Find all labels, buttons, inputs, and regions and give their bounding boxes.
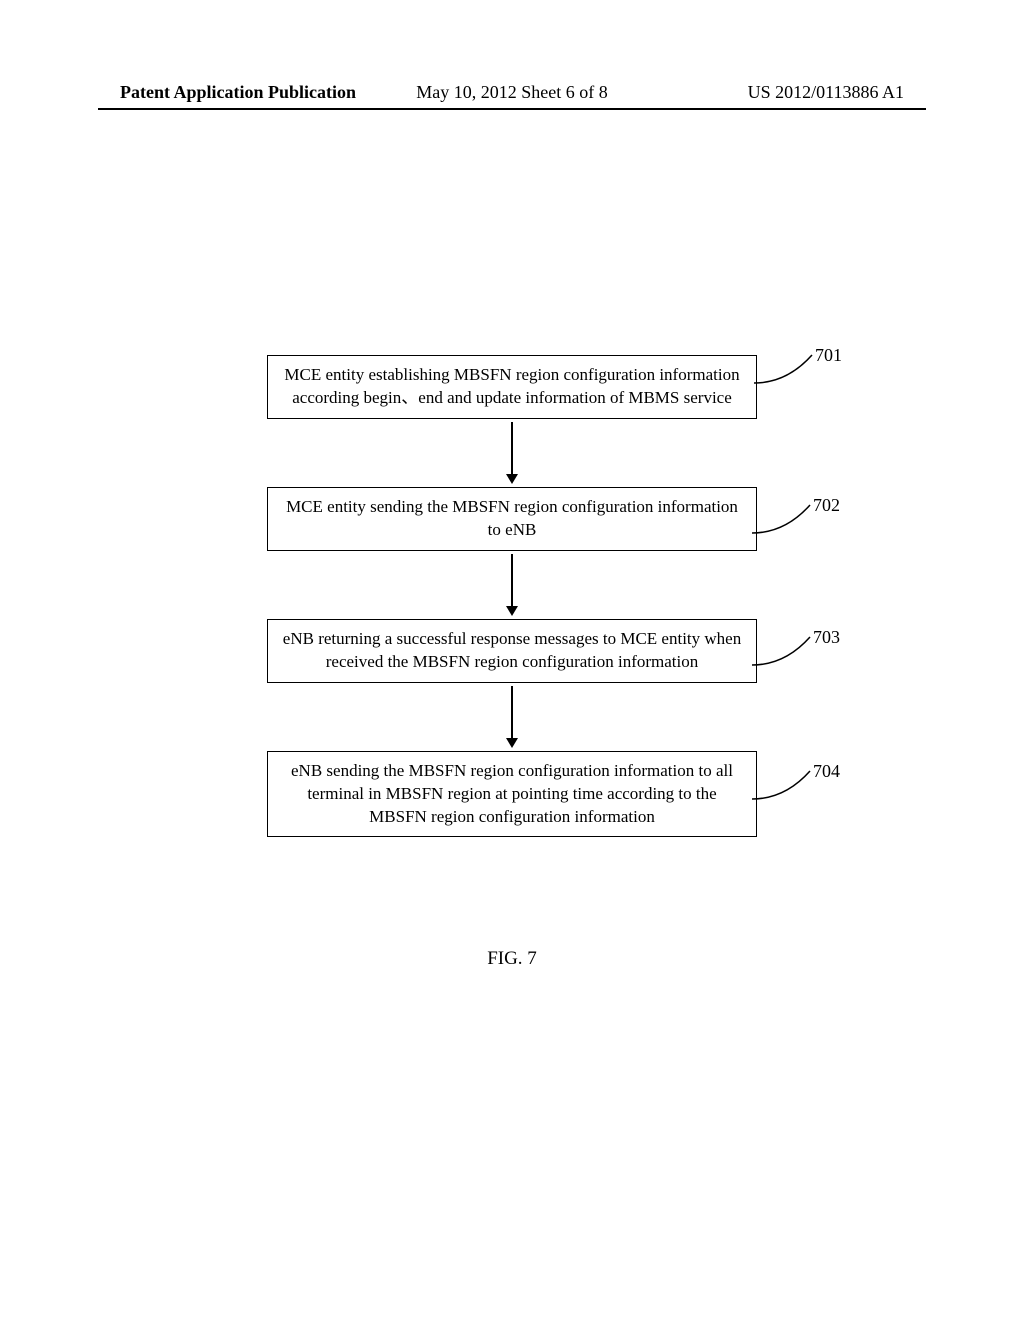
arrow-down-icon bbox=[506, 606, 518, 616]
arrow-1-2 bbox=[232, 419, 792, 487]
arrow-2-3 bbox=[232, 551, 792, 619]
figure-caption: FIG. 7 bbox=[487, 948, 537, 970]
header-center: May 10, 2012 Sheet 6 of 8 bbox=[416, 82, 607, 103]
arrow-3-4 bbox=[232, 683, 792, 751]
arrow-line-icon bbox=[511, 422, 513, 474]
page-header: Patent Application Publication May 10, 2… bbox=[0, 82, 1024, 103]
arrow-down-icon bbox=[506, 738, 518, 748]
flow-step-1: MCE entity establishing MBSFN region con… bbox=[267, 355, 757, 419]
header-left: Patent Application Publication bbox=[120, 82, 356, 103]
flow-step-2: MCE entity sending the MBSFN region conf… bbox=[267, 487, 757, 551]
flow-step-3: eNB returning a successful response mess… bbox=[267, 619, 757, 683]
header-divider bbox=[98, 108, 926, 110]
label-703: 703 bbox=[813, 627, 840, 648]
header-right: US 2012/0113886 A1 bbox=[748, 82, 904, 103]
label-702: 702 bbox=[813, 495, 840, 516]
arrow-line-icon bbox=[511, 686, 513, 738]
label-704: 704 bbox=[813, 761, 840, 782]
flowchart-diagram: 701 702 703 704 MCE entity establishing … bbox=[232, 355, 792, 837]
arrow-down-icon bbox=[506, 474, 518, 484]
label-701: 701 bbox=[815, 345, 842, 366]
flow-step-4: eNB sending the MBSFN region configurati… bbox=[267, 751, 757, 838]
arrow-line-icon bbox=[511, 554, 513, 606]
